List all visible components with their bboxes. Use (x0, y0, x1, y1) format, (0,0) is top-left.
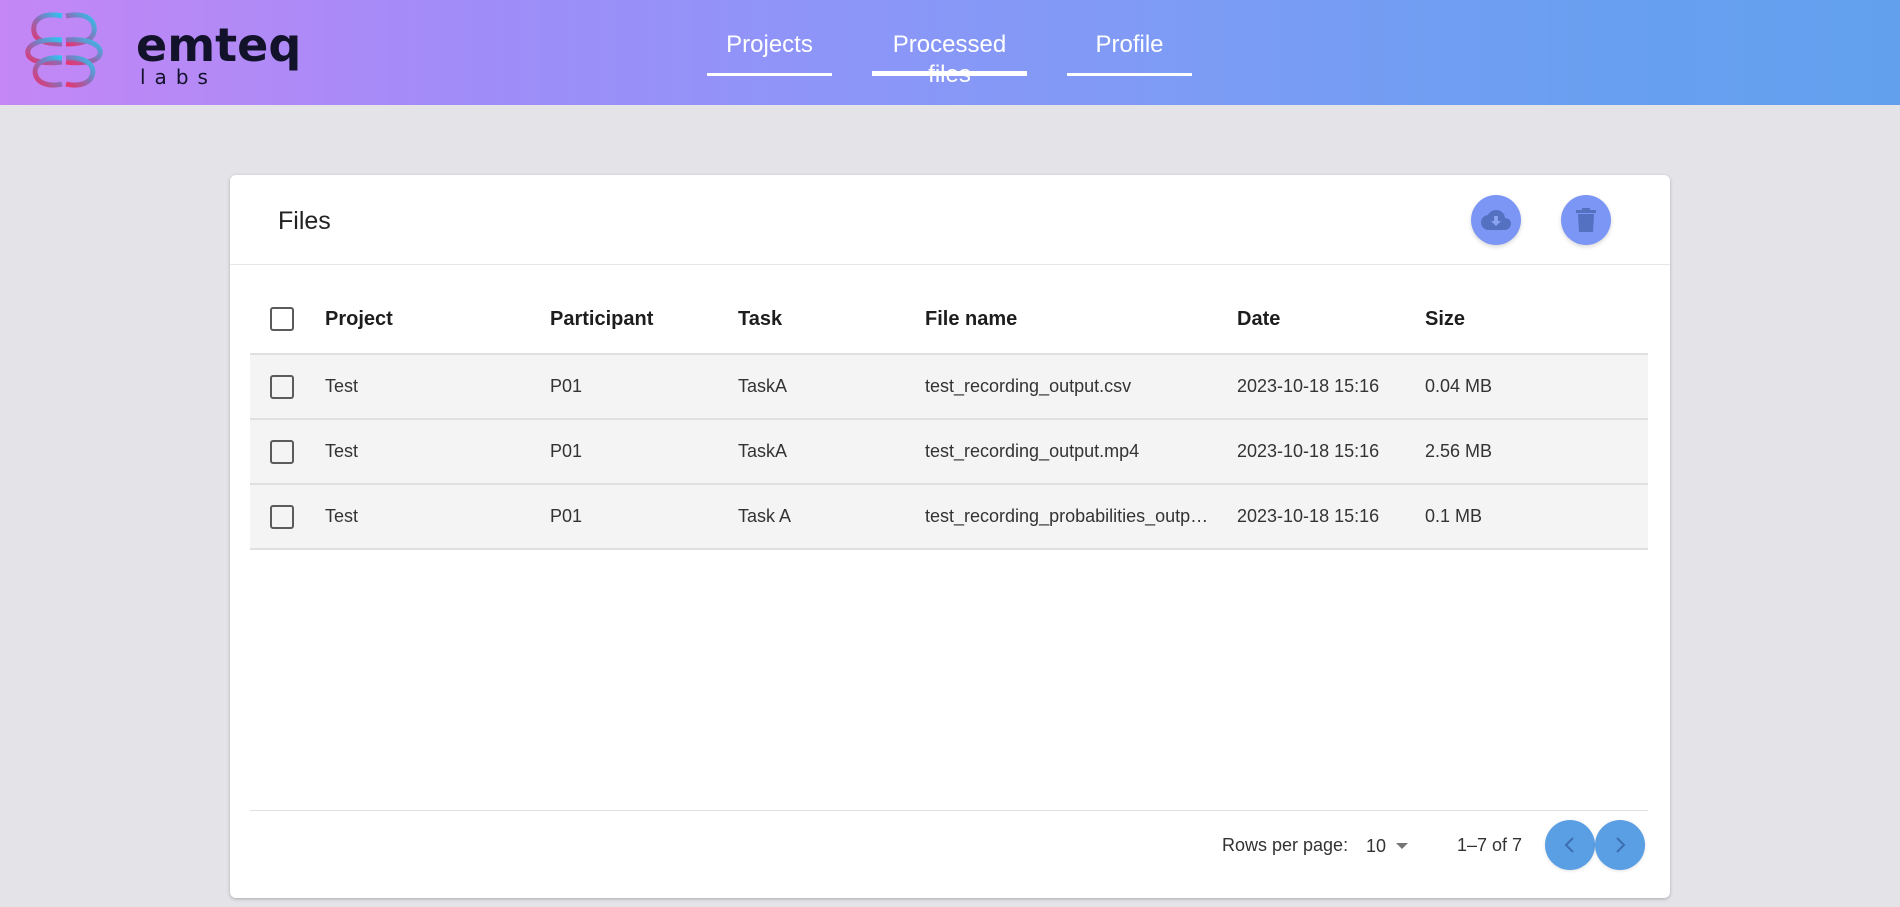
table-row[interactable]: Test P01 TaskA test_recording_output.csv… (250, 355, 1648, 420)
next-page-button[interactable] (1595, 820, 1645, 870)
cell-task: TaskA (738, 441, 788, 461)
cell-size: 2.56 MB (1425, 441, 1493, 461)
previous-page-button[interactable] (1545, 820, 1595, 870)
files-card: Files Project Participant Task File name… (230, 175, 1670, 898)
table-header-row: Project Participant Task File name Date … (250, 285, 1648, 355)
cell-file-name: test_recording_probabilities_outp… (925, 506, 1209, 526)
top-navigation-bar: emteq labs Projects Processed files Prof… (0, 0, 1900, 105)
nav-tab-label: Processed files (892, 31, 1007, 88)
files-table: Project Participant Task File name Date … (250, 285, 1648, 550)
cell-date: 2023-10-18 15:16 (1237, 441, 1380, 461)
column-header-task[interactable]: Task (738, 285, 782, 353)
page-range-label: 1–7 of 7 (1457, 835, 1523, 855)
select-all-checkbox[interactable] (270, 307, 294, 331)
nav-tab-label: Projects (726, 31, 813, 58)
nav-tab-underline (872, 71, 1027, 76)
nav-tab-underline (1067, 73, 1192, 76)
table-footer-divider (250, 810, 1648, 811)
rows-per-page-select[interactable]: 10 (1366, 833, 1409, 859)
rows-per-page-label: Rows per page: (1222, 835, 1349, 855)
chevron-left-icon (1564, 837, 1574, 853)
emteq-labs-logo[interactable]: emteq labs (22, 10, 301, 90)
column-header-participant[interactable]: Participant (550, 285, 653, 353)
cell-project: Test (325, 441, 359, 461)
brand-name: emteq (136, 18, 302, 72)
download-button[interactable] (1471, 195, 1521, 245)
cell-participant: P01 (550, 376, 583, 396)
cell-file-name: test_recording_output.mp4 (925, 441, 1140, 461)
cell-task: Task A (738, 506, 792, 526)
cell-participant: P01 (550, 441, 583, 461)
cell-project: Test (325, 506, 359, 526)
row-checkbox[interactable] (270, 374, 294, 399)
column-header-size[interactable]: Size (1425, 285, 1465, 353)
nav-tab-underline (707, 73, 832, 76)
table-row[interactable]: Test P01 TaskA test_recording_output.mp4… (250, 420, 1648, 485)
column-header-file-name[interactable]: File name (925, 285, 1215, 353)
table-row[interactable]: Test P01 Task A test_recording_probabili… (250, 485, 1648, 550)
cloud-download-icon (1481, 210, 1511, 230)
files-title: Files (278, 207, 331, 235)
cell-size: 0.04 MB (1425, 376, 1493, 396)
column-header-project[interactable]: Project (325, 285, 393, 353)
dropdown-caret-icon (1396, 843, 1409, 849)
cell-file-name: test_recording_output.csv (925, 376, 1132, 396)
nav-tab-processed-files[interactable]: Processed files (872, 30, 1027, 88)
nav-tab-projects[interactable]: Projects (707, 30, 832, 76)
files-card-header: Files (230, 175, 1670, 265)
cell-size: 0.1 MB (1425, 506, 1483, 526)
cell-date: 2023-10-18 15:16 (1237, 376, 1380, 396)
nav-tab-label: Profile (1095, 31, 1164, 58)
nav-tab-profile[interactable]: Profile (1067, 30, 1192, 76)
brand-sub: labs (140, 65, 217, 89)
delete-button[interactable] (1561, 195, 1611, 245)
chevron-right-icon (1616, 837, 1626, 853)
column-header-date[interactable]: Date (1237, 285, 1280, 353)
cell-date: 2023-10-18 15:16 (1237, 506, 1380, 526)
cell-task: TaskA (738, 376, 788, 396)
trash-icon (1576, 208, 1596, 232)
brain-logo-icon (25, 12, 103, 88)
cell-participant: P01 (550, 506, 583, 526)
row-checkbox[interactable] (270, 504, 294, 529)
rows-per-page-value: 10 (1366, 835, 1387, 856)
cell-project: Test (325, 376, 359, 396)
row-checkbox[interactable] (270, 439, 294, 464)
